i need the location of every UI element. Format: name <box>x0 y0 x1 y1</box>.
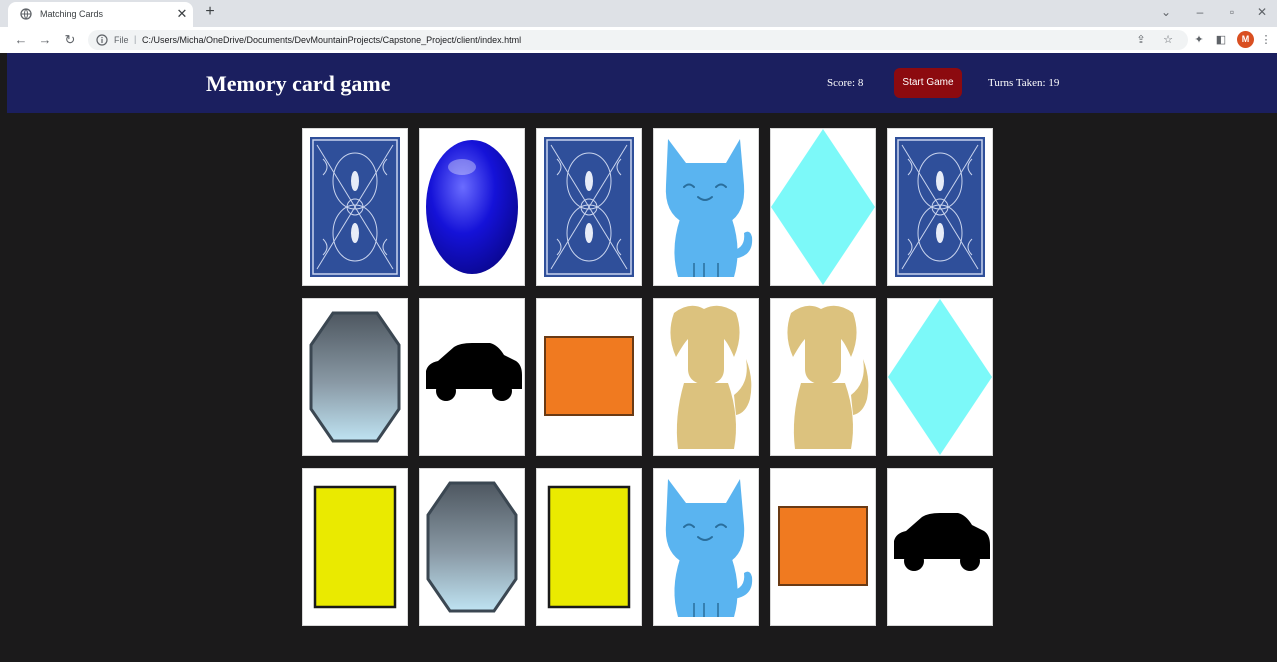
browser-toolbar: ← → ↻ File | C:/Users/Micha/OneDrive/Doc… <box>0 27 1277 53</box>
card-card-back[interactable] <box>302 128 408 286</box>
orange-square-icon <box>778 506 868 586</box>
card-tan-dog[interactable] <box>653 298 759 456</box>
gray-octagon-icon <box>426 481 518 613</box>
card-card-back[interactable] <box>536 128 642 286</box>
blue-oval-icon <box>426 140 518 274</box>
forward-icon[interactable]: → <box>36 31 54 49</box>
minimize-icon[interactable]: – <box>1190 3 1210 21</box>
profile-avatar[interactable]: M <box>1237 31 1254 48</box>
yellow-rectangle-icon <box>313 485 397 609</box>
tan-dog-icon <box>787 305 869 449</box>
info-icon[interactable] <box>96 34 108 46</box>
close-window-icon[interactable]: ✕ <box>1252 3 1272 21</box>
card-orange-square[interactable] <box>770 468 876 626</box>
gray-octagon-icon <box>309 311 401 443</box>
card-yellow-rectangle[interactable] <box>536 468 642 626</box>
card-orange-square[interactable] <box>536 298 642 456</box>
black-car-icon <box>894 513 990 571</box>
url-scheme: File <box>114 35 129 45</box>
card-black-car[interactable] <box>887 468 993 626</box>
tab-title: Matching Cards <box>40 9 104 19</box>
black-car-icon <box>426 343 522 401</box>
reload-icon[interactable]: ↻ <box>61 31 79 49</box>
card-back-icon <box>544 137 634 277</box>
url-separator: | <box>134 34 137 44</box>
back-icon[interactable]: ← <box>12 31 30 49</box>
card-card-back[interactable] <box>887 128 993 286</box>
card-back-icon <box>895 137 985 277</box>
url-text[interactable]: C:/Users/Micha/OneDrive/Documents/DevMou… <box>142 35 521 45</box>
side-panel-icon[interactable]: ◧ <box>1213 32 1229 48</box>
browser-tab-bar: Matching Cards ✕ + ⌄ – ▫ ✕ <box>0 0 1277 27</box>
orange-square-icon <box>544 336 634 416</box>
restore-icon[interactable]: ▫ <box>1222 3 1242 21</box>
close-tab-icon[interactable]: ✕ <box>174 5 190 23</box>
blue-cat-icon <box>665 139 753 277</box>
tan-dog-icon <box>670 305 752 449</box>
card-blue-oval[interactable] <box>419 128 525 286</box>
card-gray-octagon[interactable] <box>419 468 525 626</box>
score-label: Score: 8 <box>827 77 864 89</box>
share-icon[interactable]: ⇪ <box>1133 32 1149 48</box>
cyan-diamond-icon <box>771 129 875 285</box>
card-cyan-diamond[interactable] <box>770 128 876 286</box>
card-yellow-rectangle[interactable] <box>302 468 408 626</box>
new-tab-button[interactable]: + <box>200 2 220 22</box>
browser-tab[interactable]: Matching Cards ✕ <box>8 2 193 27</box>
cyan-diamond-icon <box>888 299 992 455</box>
page: Memory card game Score: 8 Start Game Tur… <box>7 53 1277 662</box>
game-header: Memory card game Score: 8 Start Game Tur… <box>7 53 1277 113</box>
yellow-rectangle-icon <box>547 485 631 609</box>
card-black-car[interactable] <box>419 298 525 456</box>
card-blue-cat[interactable] <box>653 128 759 286</box>
card-blue-cat[interactable] <box>653 468 759 626</box>
card-gray-octagon[interactable] <box>302 298 408 456</box>
blue-cat-icon <box>665 479 753 617</box>
bookmark-star-icon[interactable]: ☆ <box>1160 32 1176 48</box>
turns-label: Turns Taken: 19 <box>988 77 1060 89</box>
card-tan-dog[interactable] <box>770 298 876 456</box>
address-bar[interactable]: File | C:/Users/Micha/OneDrive/Documents… <box>88 30 1188 50</box>
menu-icon[interactable]: ⋮ <box>1258 32 1274 48</box>
tab-search-icon[interactable]: ⌄ <box>1156 3 1176 21</box>
card-back-icon <box>310 137 400 277</box>
card-cyan-diamond[interactable] <box>887 298 993 456</box>
page-title: Memory card game <box>206 71 391 96</box>
extensions-icon[interactable]: ✦ <box>1191 32 1207 48</box>
globe-icon <box>20 8 32 20</box>
start-game-button[interactable]: Start Game <box>894 68 962 98</box>
